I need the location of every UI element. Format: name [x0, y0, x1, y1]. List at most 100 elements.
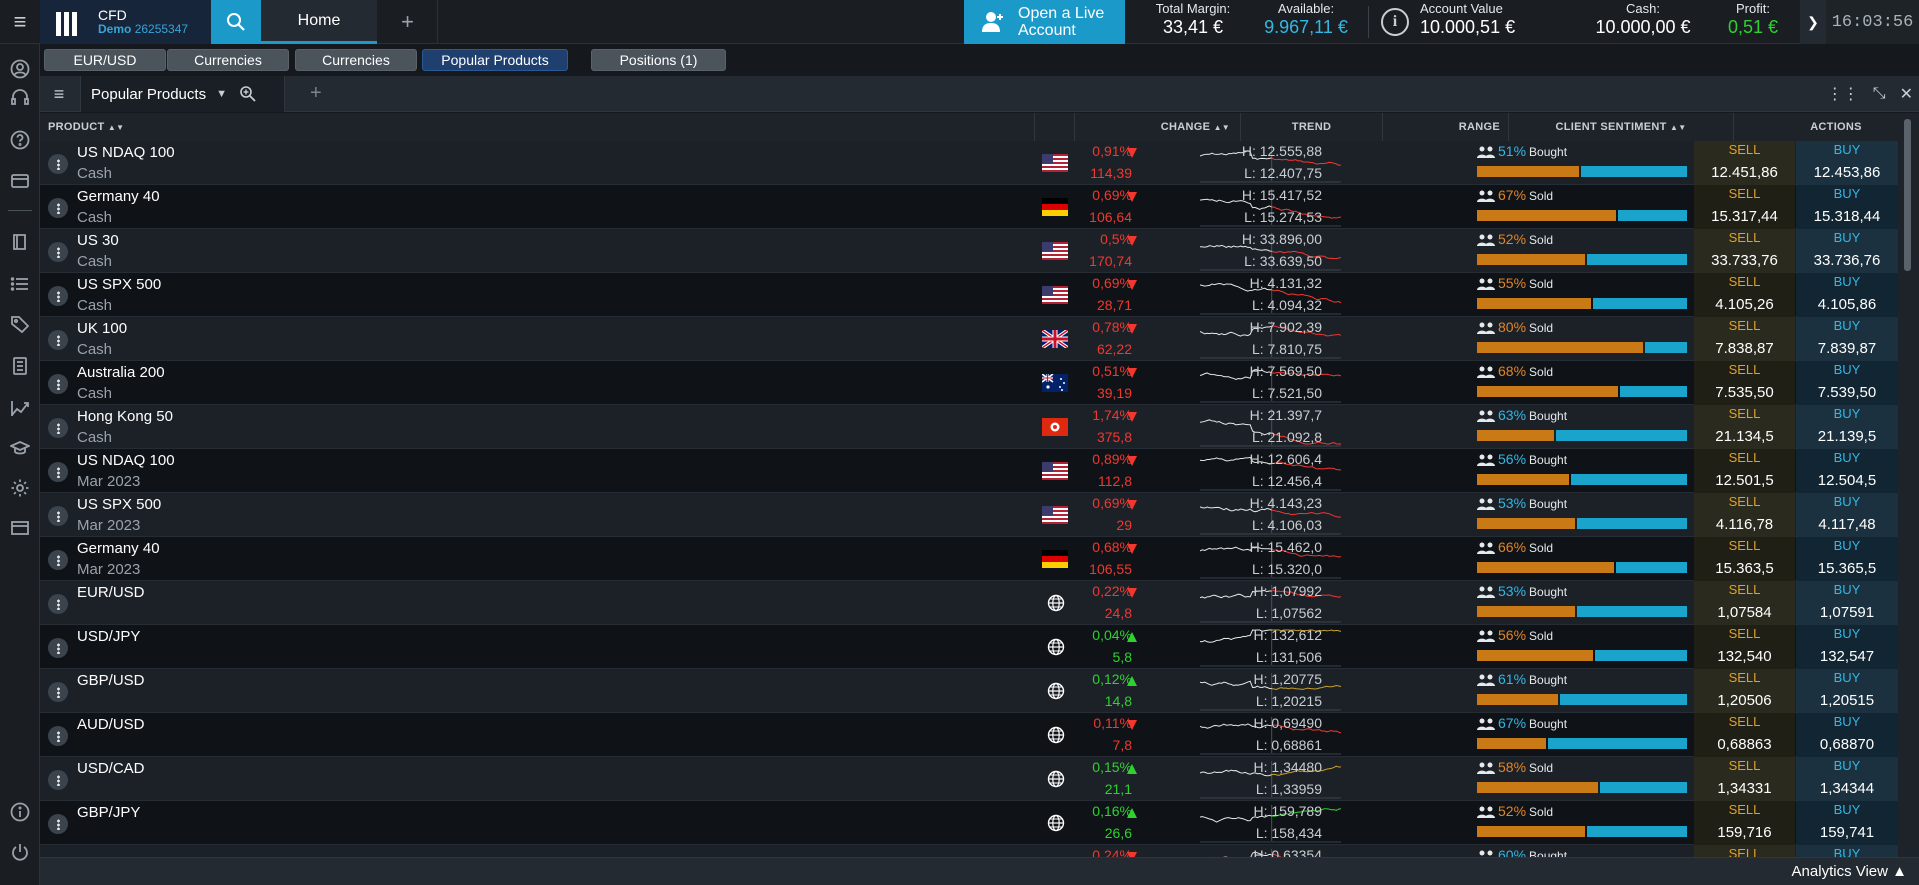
column-header-client-sentiment[interactable]: CLIENT SENTIMENT ▲▼ — [1509, 113, 1734, 141]
info-circle-icon[interactable] — [8, 800, 32, 824]
product-name[interactable]: USD/CAD — [77, 760, 145, 777]
product-name[interactable]: Hong Kong 50 — [77, 408, 173, 425]
vertical-scrollbar[interactable] — [1898, 113, 1919, 857]
sell-button[interactable]: SELL 159,716 — [1694, 801, 1795, 845]
product-name[interactable]: US NDAQ 100 — [77, 144, 175, 161]
settings-gear-icon[interactable] — [8, 476, 32, 500]
collapse-icon[interactable]: ⤡ — [1873, 85, 1886, 103]
sell-button[interactable]: SELL 4.105,26 — [1694, 273, 1795, 317]
buy-button[interactable]: BUY 1,07591 — [1796, 581, 1898, 625]
row-menu-icon[interactable] — [48, 374, 68, 394]
table-row[interactable]: USD/CAD 0,15% 21,1 H: 1,34480 L: 1,33959 58% S… — [40, 757, 1898, 801]
table-row[interactable]: US 30 Cash 0,5% 170,74 H: 33.896,00 L: 33.639… — [40, 229, 1898, 273]
product-name[interactable]: GBP/USD — [77, 672, 145, 689]
row-menu-icon[interactable] — [48, 418, 68, 438]
workspace-tab-positions[interactable]: Positions (1) — [591, 49, 726, 71]
buy-button[interactable]: BUY 33.736,76 — [1796, 229, 1898, 273]
buy-button[interactable]: BUY 159,741 — [1796, 801, 1898, 845]
buy-button[interactable]: BUY 132,547 — [1796, 625, 1898, 669]
row-menu-icon[interactable] — [48, 506, 68, 526]
sell-button[interactable]: SELL — [1694, 845, 1795, 857]
sell-button[interactable]: SELL 12.501,5 — [1694, 449, 1795, 493]
product-name[interactable]: AUD/USD — [77, 716, 145, 733]
panel-menu-icon[interactable]: ≡ — [48, 83, 70, 105]
window-layout-icon[interactable] — [8, 516, 32, 540]
chart-analysis-icon[interactable] — [8, 396, 32, 420]
product-name[interactable]: US SPX 500 — [77, 276, 161, 293]
support-headset-icon[interactable] — [8, 86, 32, 110]
workspace-tab-currencies-2[interactable]: Currencies — [295, 49, 417, 71]
buy-button[interactable]: BUY 7.839,87 — [1796, 317, 1898, 361]
sell-button[interactable]: SELL 0,68863 — [1694, 713, 1795, 757]
buy-button[interactable]: BUY 12.504,5 — [1796, 449, 1898, 493]
product-name[interactable]: US SPX 500 — [77, 496, 161, 513]
table-row[interactable]: 0,24% H: 0,63354 60% Bought SELL BUY — [40, 845, 1898, 857]
table-row[interactable]: UK 100 Cash 0,78% 62,22 H: 7.902,39 L: 7.810,… — [40, 317, 1898, 361]
sell-button[interactable]: SELL 1,20506 — [1694, 669, 1795, 713]
scrollbar-thumb[interactable] — [1904, 119, 1911, 271]
sell-button[interactable]: SELL 7.838,87 — [1694, 317, 1795, 361]
home-tab[interactable]: Home — [261, 0, 377, 44]
sell-button[interactable]: SELL 1,07584 — [1694, 581, 1795, 625]
row-menu-icon[interactable] — [48, 154, 68, 174]
table-row[interactable]: US NDAQ 100 Mar 2023 0,89% 112,8 H: 12.606,4… — [40, 449, 1898, 493]
help-icon[interactable] — [8, 128, 32, 152]
book-icon[interactable] — [8, 230, 32, 254]
add-tab-button[interactable]: + — [378, 0, 438, 44]
buy-button[interactable]: BUY 12.453,86 — [1796, 141, 1898, 185]
row-menu-icon[interactable] — [48, 770, 68, 790]
table-row[interactable]: US SPX 500 Cash 0,69% 28,71 H: 4.131,32 L: 4.… — [40, 273, 1898, 317]
panel-title-dropdown[interactable]: Popular Products ▼ — [80, 76, 285, 112]
row-menu-icon[interactable] — [48, 242, 68, 262]
sell-button[interactable]: SELL 132,540 — [1694, 625, 1795, 669]
product-name[interactable]: Germany 40 — [77, 188, 160, 205]
sell-button[interactable]: SELL 21.134,5 — [1694, 405, 1795, 449]
table-row[interactable]: US SPX 500 Mar 2023 0,69% 29 H: 4.143,23 L: 4… — [40, 493, 1898, 537]
expand-header-button[interactable]: ❯ — [1800, 0, 1826, 44]
buy-button[interactable]: BUY 15.365,5 — [1796, 537, 1898, 581]
buy-button[interactable]: BUY 4.105,86 — [1796, 273, 1898, 317]
list-icon[interactable] — [8, 272, 32, 296]
buy-button[interactable]: BUY 1,34344 — [1796, 757, 1898, 801]
table-row[interactable]: AUD/USD 0,11% 7,8 H: 0,69490 L: 0,68861 67% Bo… — [40, 713, 1898, 757]
analytics-view-button[interactable]: Analytics View ▲ — [1792, 863, 1907, 880]
product-name[interactable]: Australia 200 — [77, 364, 165, 381]
product-name[interactable]: EUR/USD — [77, 584, 145, 601]
add-panel-button[interactable]: + — [310, 82, 322, 105]
row-menu-icon[interactable] — [48, 638, 68, 658]
drag-handle-icon[interactable]: ⋮⋮ — [1827, 84, 1859, 104]
table-row[interactable]: GBP/USD 0,12% 14,8 H: 1,20775 L: 1,20215 61% B… — [40, 669, 1898, 713]
table-row[interactable]: GBP/JPY 0,16% 26,6 H: 159,789 L: 158,434 52% S… — [40, 801, 1898, 845]
product-name[interactable]: GBP/JPY — [77, 804, 140, 821]
price-tag-icon[interactable] — [8, 312, 32, 336]
main-menu-icon[interactable]: ≡ — [0, 0, 40, 44]
sell-button[interactable]: SELL 7.535,50 — [1694, 361, 1795, 405]
table-row[interactable]: Germany 40 Mar 2023 0,68% 106,55 H: 15.462,0… — [40, 537, 1898, 581]
product-name[interactable]: UK 100 — [77, 320, 127, 337]
table-row[interactable]: Germany 40 Cash 0,69% 106,64 H: 15.417,52 L: … — [40, 185, 1898, 229]
buy-button[interactable]: BUY 0,68870 — [1796, 713, 1898, 757]
table-row[interactable]: Australia 200 Cash 0,51% 39,19 H: 7.569,50 L:… — [40, 361, 1898, 405]
row-menu-icon[interactable] — [48, 462, 68, 482]
account-icon[interactable] — [8, 57, 32, 81]
row-menu-icon[interactable] — [48, 286, 68, 306]
zoom-in-icon[interactable] — [239, 85, 257, 103]
column-header-change[interactable]: CHANGE ▲▼ — [1075, 113, 1241, 141]
column-header-product[interactable]: PRODUCT ▲▼ — [40, 113, 1035, 141]
open-live-account-button[interactable]: Open a Live Account — [964, 0, 1125, 44]
sell-button[interactable]: SELL 4.116,78 — [1694, 493, 1795, 537]
sell-button[interactable]: SELL 1,34331 — [1694, 757, 1795, 801]
education-cap-icon[interactable] — [8, 436, 32, 460]
workspace-tab-eurusd[interactable]: EUR/USD — [44, 49, 166, 71]
buy-button[interactable]: BUY 4.117,48 — [1796, 493, 1898, 537]
buy-button[interactable]: BUY 15.318,44 — [1796, 185, 1898, 229]
power-logout-icon[interactable] — [8, 840, 32, 864]
workspace-tab-currencies-1[interactable]: Currencies — [167, 49, 289, 71]
table-row[interactable]: US NDAQ 100 Cash 0,91% 114,39 H: 12.555,88 L:… — [40, 141, 1898, 185]
sell-button[interactable]: SELL 12.451,86 — [1694, 141, 1795, 185]
buy-button[interactable]: BUY — [1796, 845, 1898, 857]
product-name[interactable]: US NDAQ 100 — [77, 452, 175, 469]
close-icon[interactable]: ✕ — [1900, 84, 1913, 104]
buy-button[interactable]: BUY 7.539,50 — [1796, 361, 1898, 405]
sell-button[interactable]: SELL 33.733,76 — [1694, 229, 1795, 273]
